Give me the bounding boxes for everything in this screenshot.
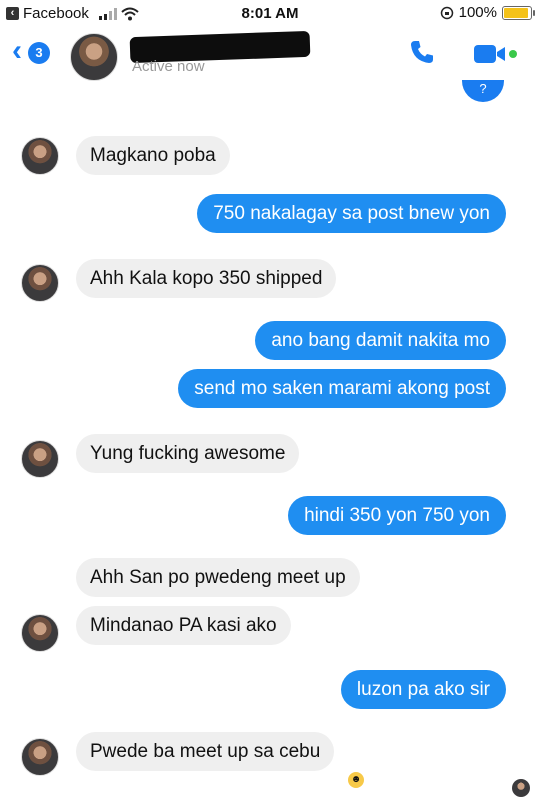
active-status: Active now: [132, 58, 205, 75]
chevron-left-icon[interactable]: ‹: [12, 36, 28, 66]
status-bar: ‹ Facebook 8:01 AM 100%: [0, 0, 540, 28]
sender-avatar[interactable]: [21, 440, 59, 478]
conversation-header: ‹ 3 Active now: [0, 28, 540, 90]
unread-count-badge[interactable]: 3: [28, 42, 50, 64]
sender-avatar[interactable]: [21, 614, 59, 652]
seen-receipt-avatar: [512, 779, 530, 797]
message-bubble-incoming[interactable]: Magkano poba: [76, 136, 230, 175]
orientation-lock-icon: [440, 6, 453, 19]
sender-avatar[interactable]: [21, 137, 59, 175]
message-bubble-outgoing[interactable]: luzon pa ako sir: [340, 670, 506, 709]
message-bubble-outgoing[interactable]: ano bang damit nakita mo: [255, 321, 506, 360]
message-bubble-outgoing[interactable]: hindi 350 yon 750 yon: [288, 496, 506, 535]
sender-avatar[interactable]: [21, 738, 59, 776]
message-bubble-incoming[interactable]: Mindanao PA kasi ako: [76, 606, 291, 645]
scroll-to-bottom-button[interactable]: ?: [462, 80, 504, 102]
message-bubble-incoming[interactable]: Ahh San po pwedeng meet up: [76, 558, 360, 597]
sender-avatar[interactable]: [21, 264, 59, 302]
message-bubble-incoming[interactable]: Pwede ba meet up sa cebu: [76, 732, 335, 771]
message-bubble-outgoing[interactable]: send mo saken marami akong post: [178, 369, 506, 408]
status-right: 100%: [440, 4, 535, 21]
battery-icon: [502, 5, 535, 20]
message-bubble-outgoing[interactable]: 750 nakalagay sa post bnew yon: [197, 194, 506, 233]
contact-avatar[interactable]: [70, 33, 118, 81]
message-bubble-incoming[interactable]: Ahh Kala kopo 350 shipped: [76, 259, 337, 298]
video-camera-icon[interactable]: [472, 42, 520, 66]
phone-icon[interactable]: [408, 38, 436, 66]
message-bubble-incoming[interactable]: Yung fucking awesome: [76, 434, 300, 473]
battery-percent: 100%: [458, 4, 497, 21]
laughing-reaction-icon[interactable]: ☻: [348, 772, 364, 788]
